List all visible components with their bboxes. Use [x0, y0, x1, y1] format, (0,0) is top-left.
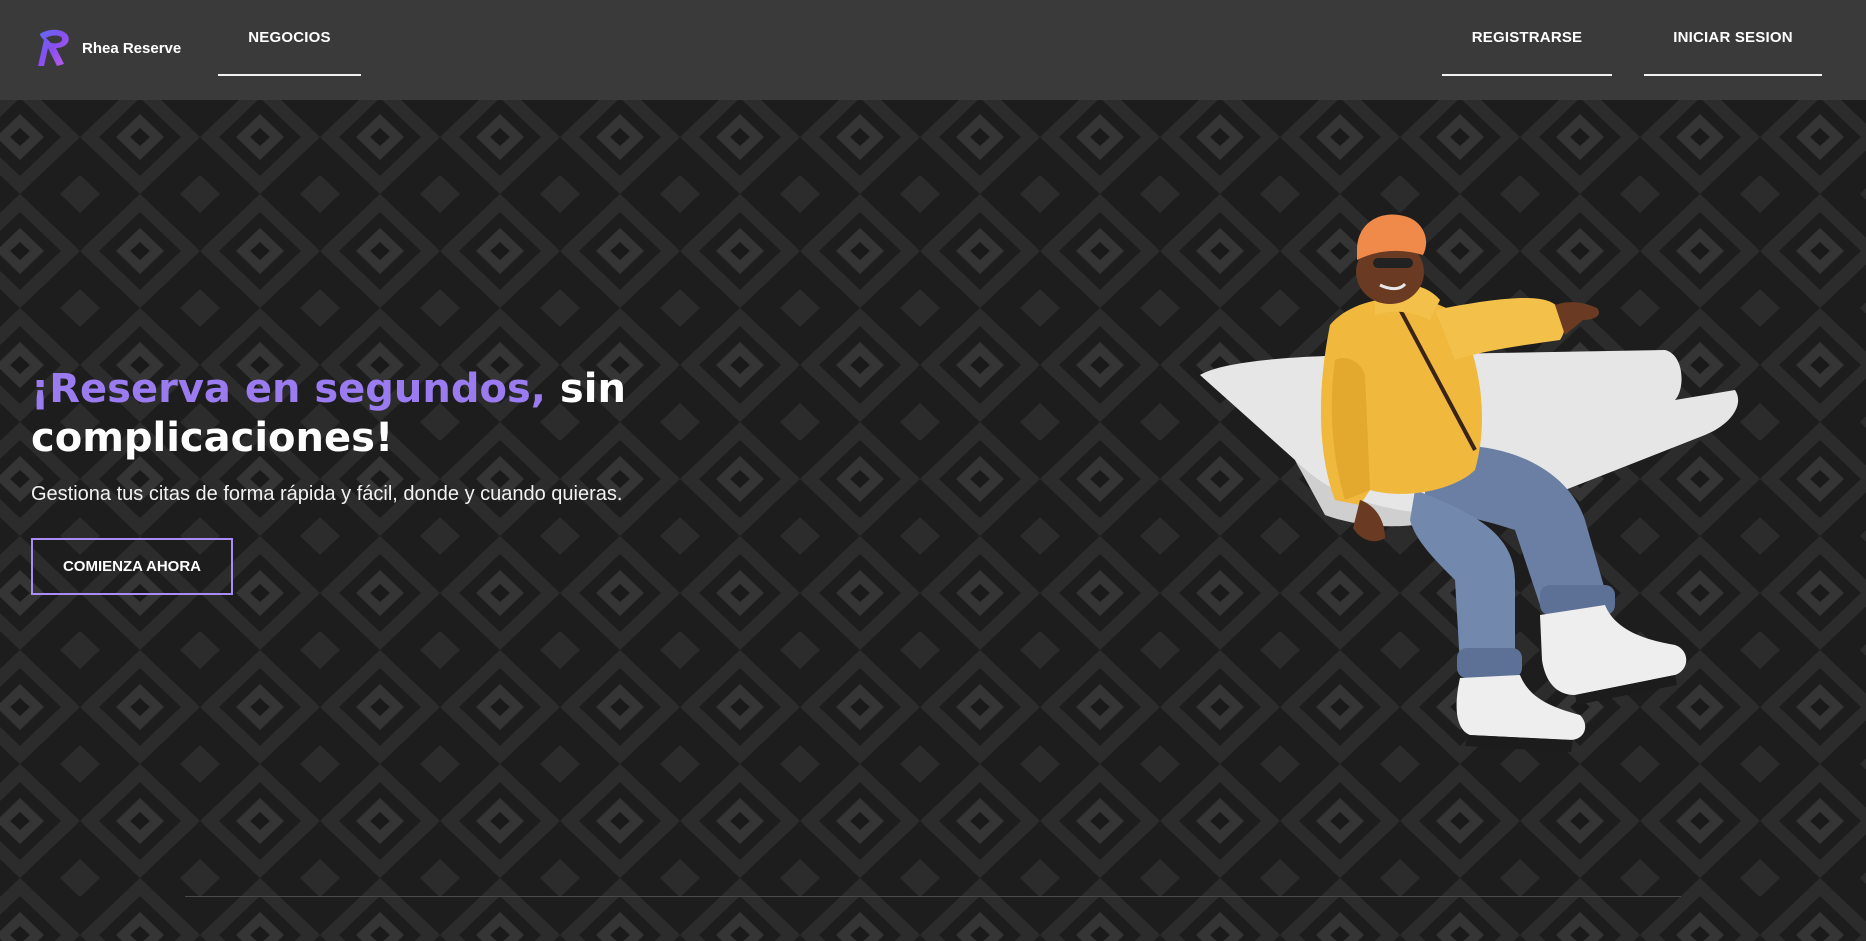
hero-subtitle: Gestiona tus citas de forma rápida y fác…: [31, 483, 623, 505]
hero-title-accent: ¡Reserva en segundos,: [31, 366, 546, 412]
top-navbar: Rhea Reserve NEGOCIOS REGISTRARSE INICIA…: [0, 0, 1866, 100]
hero-title: ¡Reserva en segundos, sin complicaciones…: [31, 365, 751, 463]
hero-divider: [185, 896, 1681, 897]
hero-text-block: ¡Reserva en segundos, sin complicaciones…: [31, 365, 751, 506]
brand[interactable]: Rhea Reserve: [34, 26, 181, 70]
nav-negocios-link[interactable]: NEGOCIOS: [218, 0, 361, 76]
person-on-paper-plane-illustration: [1200, 214, 1739, 752]
brand-name: Rhea Reserve: [82, 39, 182, 57]
nav-registrarse-link[interactable]: REGISTRARSE: [1442, 0, 1612, 76]
nav-iniciar-sesion-link[interactable]: INICIAR SESION: [1644, 0, 1822, 76]
comienza-ahora-button[interactable]: COMIENZA AHORA: [31, 538, 233, 595]
hero-section: ¡Reserva en segundos, sin complicaciones…: [0, 100, 1866, 941]
rhea-logo-icon: [38, 29, 69, 66]
